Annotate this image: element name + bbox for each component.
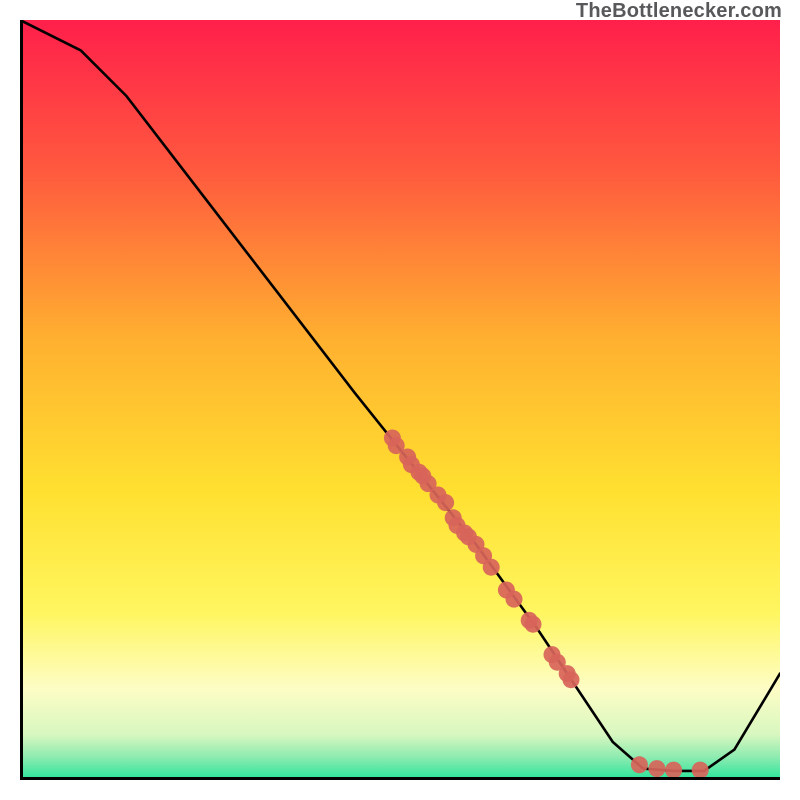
- chart-svg: [20, 20, 780, 780]
- data-point: [648, 760, 665, 777]
- data-point: [665, 762, 682, 779]
- data-point: [483, 559, 500, 576]
- data-point: [525, 616, 542, 633]
- data-point: [563, 671, 580, 688]
- plot-area: [20, 20, 780, 780]
- data-point: [692, 762, 709, 779]
- bottleneck-curve: [20, 20, 780, 771]
- data-point: [506, 591, 523, 608]
- data-point: [631, 756, 648, 773]
- data-point: [437, 494, 454, 511]
- chart-frame: TheBottlenecker.com: [0, 0, 800, 800]
- scatter-points: [384, 430, 709, 779]
